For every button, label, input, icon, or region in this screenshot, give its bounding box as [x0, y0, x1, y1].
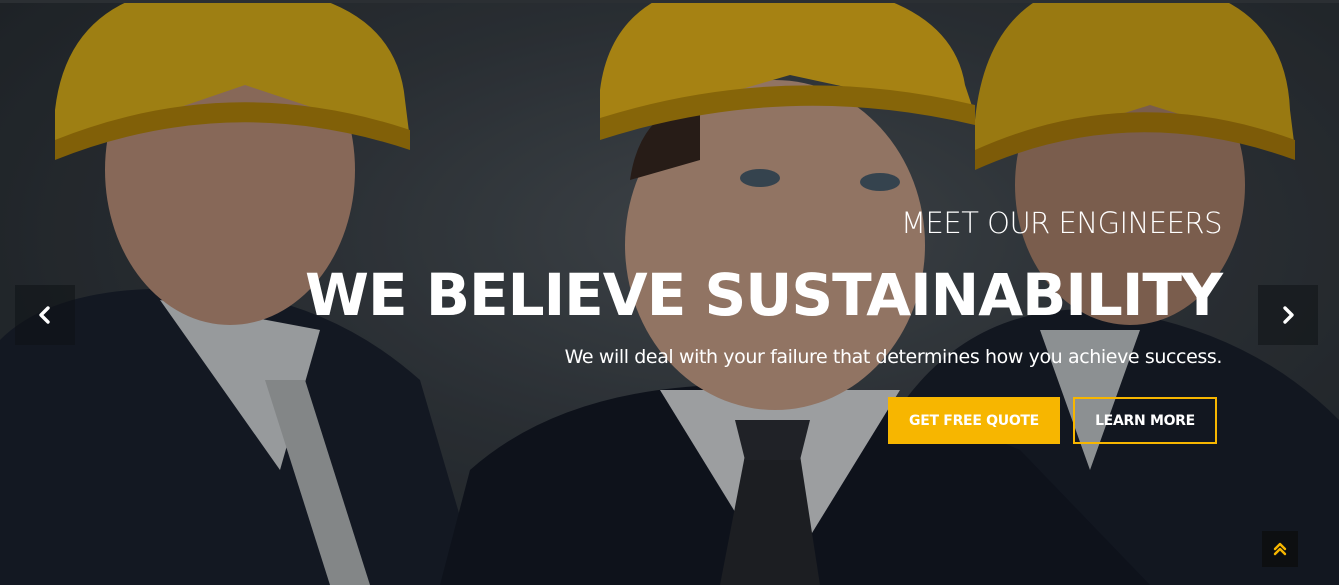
- next-slide-button[interactable]: [1258, 285, 1318, 345]
- scroll-to-top-button[interactable]: [1262, 531, 1298, 567]
- slide-caption: MEET OUR ENGINEERS WE BELIEVE SUSTAINABI…: [282, 200, 1223, 374]
- chevron-left-icon: [39, 306, 50, 324]
- slide-description: We will deal with your failure that dete…: [564, 346, 1223, 368]
- hero-slider: MEET OUR ENGINEERS WE BELIEVE SUSTAINABI…: [0, 0, 1339, 585]
- prev-slide-button[interactable]: [15, 285, 75, 345]
- slide-subtitle: MEET OUR ENGINEERS: [901, 206, 1222, 240]
- slide-title: WE BELIEVE SUSTAINABILITY: [305, 261, 1223, 329]
- chevron-right-icon: [1283, 306, 1294, 324]
- double-chevron-up-icon: [1273, 542, 1287, 556]
- top-border: [0, 0, 1339, 3]
- get-free-quote-button[interactable]: GET FREE QUOTE: [888, 397, 1060, 444]
- learn-more-button[interactable]: LEARN MORE: [1073, 397, 1217, 444]
